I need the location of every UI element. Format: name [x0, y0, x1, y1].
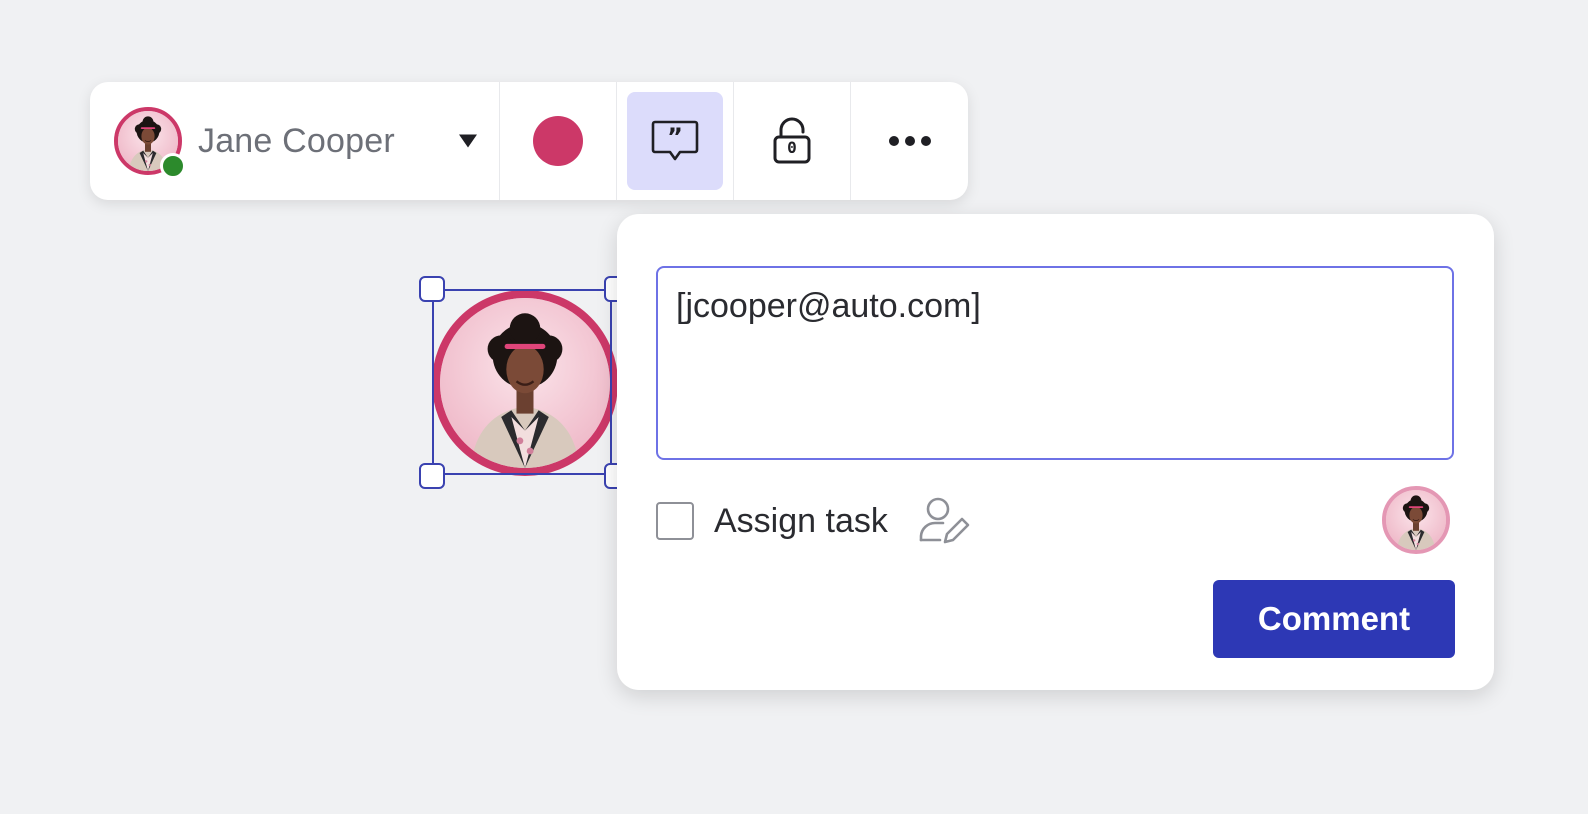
comment-popover: Assign task Comment	[617, 214, 1494, 690]
comment-submit-button[interactable]: Comment	[1213, 580, 1455, 658]
color-picker-button[interactable]	[500, 82, 617, 200]
assign-task-label: Assign task	[714, 501, 888, 540]
comment-tool-active-bg: ”	[627, 92, 723, 190]
more-options-button[interactable]	[851, 82, 968, 200]
more-horizontal-icon	[888, 136, 931, 146]
resize-handle-bottom-left[interactable]	[419, 463, 445, 489]
user-edit-icon[interactable]	[918, 496, 970, 546]
resize-handle-top-left[interactable]	[419, 276, 445, 302]
comment-tool-button[interactable]: ”	[617, 82, 734, 200]
lock-button[interactable]: 0	[734, 82, 851, 200]
selection-box	[432, 289, 612, 475]
floating-toolbar: Jane Cooper ” 0	[90, 82, 968, 200]
assign-task-checkbox[interactable]	[656, 502, 694, 540]
comment-quote-icon: ”	[651, 120, 699, 161]
user-name: Jane Cooper	[198, 121, 395, 160]
assign-task-row: Assign task	[656, 496, 970, 546]
svg-text:”: ”	[667, 123, 683, 151]
user-selector[interactable]: Jane Cooper	[90, 82, 500, 200]
caret-down-icon[interactable]	[459, 134, 477, 148]
user-avatar	[114, 107, 186, 179]
comment-input[interactable]	[656, 266, 1454, 460]
online-status-dot	[160, 153, 186, 179]
commenter-avatar	[1382, 486, 1450, 554]
color-swatch	[533, 116, 583, 166]
lock-count: 0	[787, 137, 797, 157]
